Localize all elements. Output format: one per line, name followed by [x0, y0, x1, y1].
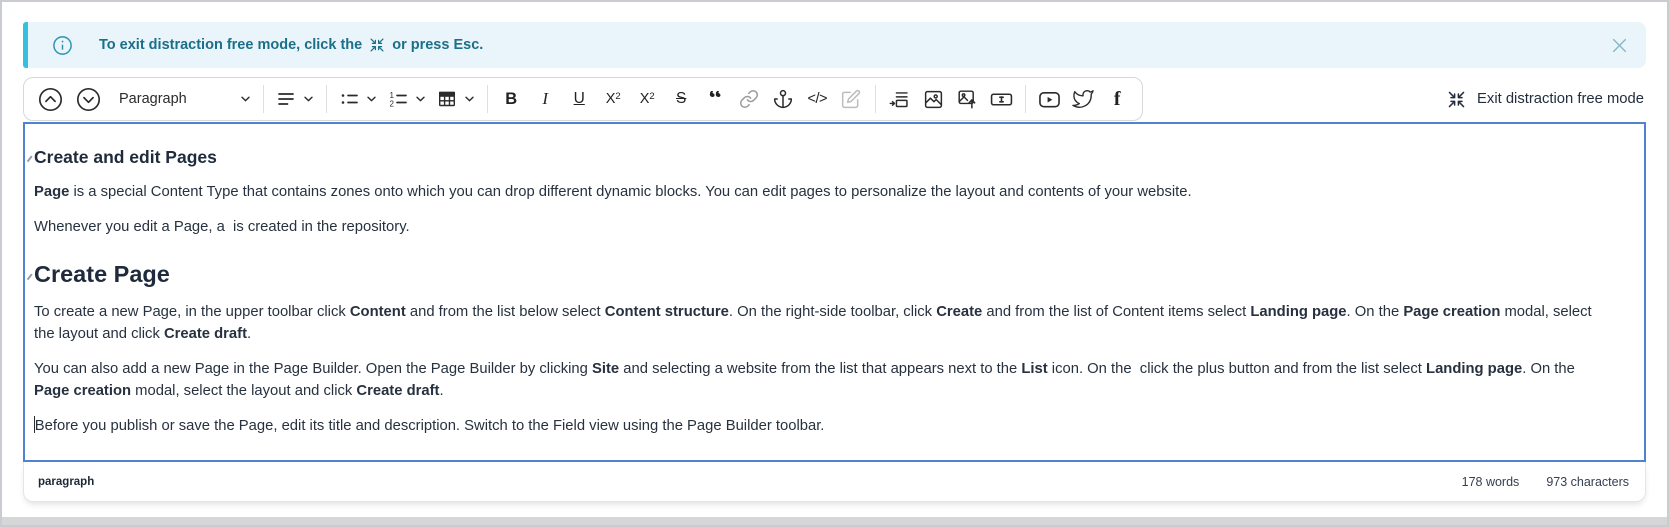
toolbar-divider	[875, 85, 876, 113]
toolbar-divider	[487, 85, 488, 113]
toolbar-divider	[326, 85, 327, 113]
link-icon	[739, 89, 759, 109]
blockquote-icon: “	[708, 91, 722, 107]
editor-toolbar: Paragraph	[23, 77, 1143, 121]
close-icon	[1611, 37, 1628, 54]
numbered-list-button[interactable]: 1 2	[383, 81, 431, 117]
svg-text:2: 2	[389, 100, 394, 109]
italic-icon: I	[542, 89, 548, 109]
table-icon	[437, 89, 457, 109]
edit-source-icon	[841, 89, 861, 109]
superscript-icon: X2	[640, 91, 655, 107]
link-button[interactable]	[733, 81, 766, 117]
character-count: 973 characters	[1546, 475, 1629, 489]
twitter-embed-button[interactable]	[1067, 81, 1100, 117]
exit-distraction-free-label: Exit distraction free mode	[1477, 91, 1644, 107]
collapse-icon	[1447, 90, 1466, 109]
banner-message-before: To exit distraction free mode, click the	[99, 37, 362, 53]
chevron-down-icon	[240, 95, 251, 103]
underline-button[interactable]: U	[563, 81, 596, 117]
strikethrough-button[interactable]: S	[665, 81, 698, 117]
superscript-button[interactable]: X2	[631, 81, 664, 117]
info-circle-icon	[52, 35, 73, 56]
input-field-button[interactable]	[985, 81, 1018, 117]
editor-status-bar: paragraph 178 words 973 characters	[23, 462, 1646, 502]
collapse-icon	[369, 37, 385, 53]
bulleted-list-button[interactable]	[334, 81, 382, 117]
text-field-icon	[990, 89, 1013, 110]
text-alignment-button[interactable]	[271, 81, 319, 117]
banner-close-button[interactable]	[1611, 37, 1628, 54]
chevron-down-icon	[366, 95, 377, 103]
paragraph-style-label: Paragraph	[113, 91, 233, 107]
bold-icon: B	[505, 90, 517, 109]
banner-message-after: or press Esc.	[392, 37, 483, 53]
twitter-icon	[1072, 88, 1094, 110]
page-background-strip	[2, 517, 1667, 525]
insert-table-button[interactable]	[432, 81, 480, 117]
exit-distraction-free-button[interactable]: Exit distraction free mode	[1447, 90, 1646, 109]
heading-create-page: Create Page	[34, 261, 1602, 288]
chevron-up-circle-icon	[37, 86, 64, 113]
insert-block-icon	[889, 89, 910, 110]
anchor-icon	[773, 89, 793, 109]
next-field-button[interactable]	[70, 81, 107, 117]
youtube-icon	[1038, 89, 1061, 110]
type-around-marker	[27, 156, 33, 162]
image-upload-icon	[957, 89, 978, 110]
toolbar-divider	[1025, 85, 1026, 113]
paragraph: To create a new Page, in the upper toolb…	[34, 301, 1602, 345]
heading-create-and-edit-pages: Create and edit Pages	[34, 147, 1602, 168]
image-icon	[923, 89, 944, 110]
upload-image-button[interactable]	[951, 81, 984, 117]
youtube-embed-button[interactable]	[1033, 81, 1066, 117]
code-button[interactable]: </>	[801, 81, 834, 117]
italic-button[interactable]: I	[529, 81, 562, 117]
anchor-button[interactable]	[767, 81, 800, 117]
chevron-down-icon	[464, 95, 475, 103]
facebook-embed-button[interactable]: f	[1101, 81, 1134, 117]
strikethrough-icon: S	[676, 90, 686, 108]
toolbar-divider	[263, 85, 264, 113]
align-left-icon	[276, 89, 296, 109]
chevron-down-circle-icon	[75, 86, 102, 113]
chevron-down-icon	[303, 95, 314, 103]
paragraph-style-dropdown[interactable]: Paragraph	[108, 81, 256, 117]
subscript-icon: X2	[606, 91, 621, 107]
subscript-button[interactable]: X2	[597, 81, 630, 117]
paragraph: Whenever you edit a Page, a is created i…	[34, 216, 1602, 238]
element-path-breadcrumb: paragraph	[38, 476, 94, 488]
code-icon: </>	[807, 91, 826, 107]
paragraph: Before you publish or save the Page, edi…	[34, 415, 1602, 437]
distraction-free-editor-screen: To exit distraction free mode, click the…	[0, 0, 1669, 527]
previous-field-button[interactable]	[32, 81, 69, 117]
facebook-icon: f	[1114, 88, 1121, 111]
word-count: 178 words	[1462, 475, 1520, 489]
toolbar-row: Paragraph	[23, 77, 1646, 121]
bold-button[interactable]: B	[495, 81, 528, 117]
exit-hint-banner: To exit distraction free mode, click the…	[23, 22, 1646, 68]
source-editing-button[interactable]	[835, 81, 868, 117]
paragraph: Page is a special Content Type that cont…	[34, 181, 1602, 203]
rich-text-editing-area[interactable]: Create and edit Pages Page is a special …	[23, 122, 1646, 462]
insert-block-button[interactable]	[883, 81, 916, 117]
chevron-down-icon	[415, 95, 426, 103]
numbered-list-icon: 1 2	[388, 89, 408, 109]
paragraph: You can also add a new Page in the Page …	[34, 358, 1602, 402]
type-around-marker	[27, 274, 33, 280]
blockquote-button[interactable]: “	[699, 81, 732, 117]
bulleted-list-icon	[339, 89, 359, 109]
underline-icon: U	[574, 90, 585, 108]
insert-image-button[interactable]	[917, 81, 950, 117]
